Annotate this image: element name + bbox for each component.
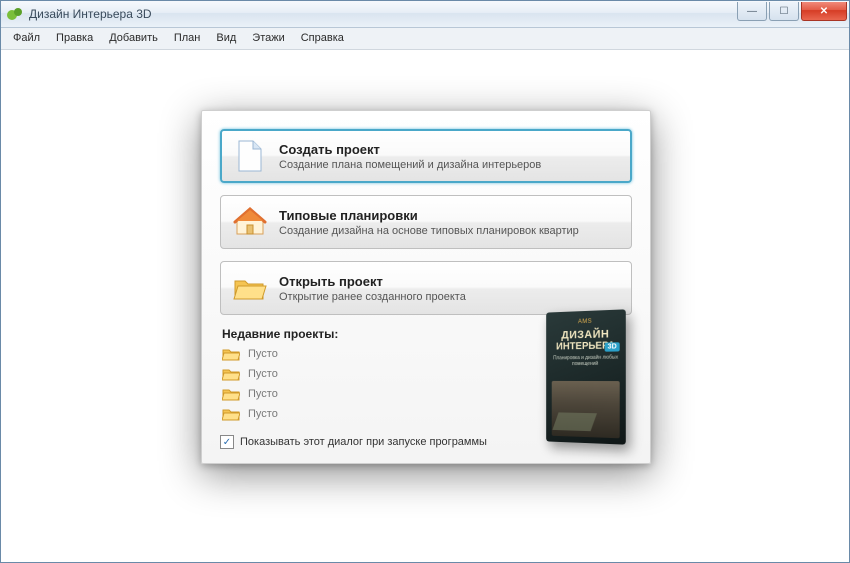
close-button[interactable]: ✕ — [801, 2, 847, 21]
recent-item-label: Пусто — [248, 388, 278, 400]
new-document-icon — [233, 139, 267, 173]
folder-icon — [222, 387, 240, 401]
house-icon — [233, 205, 267, 239]
folder-icon — [222, 407, 240, 421]
startup-dialog: Создать проект Создание плана помещений … — [201, 110, 651, 464]
window-controls: — ☐ ✕ — [737, 1, 849, 21]
product-box-art: AMS ДИЗАЙН ИНТЕРЬЕРА 3D Планировка и диз… — [530, 303, 634, 453]
create-project-title: Создать проект — [279, 142, 541, 157]
menu-add[interactable]: Добавить — [101, 28, 166, 49]
templates-button[interactable]: Типовые планировки Создание дизайна на о… — [220, 195, 632, 249]
folder-icon — [222, 347, 240, 361]
recent-item-label: Пусто — [248, 348, 278, 360]
app-icon — [7, 6, 23, 22]
menu-file[interactable]: Файл — [5, 28, 48, 49]
minimize-button[interactable]: — — [737, 2, 767, 21]
maximize-button[interactable]: ☐ — [769, 2, 799, 21]
templates-title: Типовые планировки — [279, 208, 579, 223]
menu-view[interactable]: Вид — [208, 28, 244, 49]
folder-icon — [222, 367, 240, 381]
recent-item-label: Пусто — [248, 408, 278, 420]
checkbox-icon: ✓ — [220, 435, 234, 449]
titlebar[interactable]: Дизайн Интерьера 3D — ☐ ✕ — [1, 1, 849, 28]
open-project-desc: Открытие ранее созданного проекта — [279, 291, 466, 303]
menubar: Файл Правка Добавить План Вид Этажи Спра… — [1, 28, 849, 50]
workspace: Создать проект Создание плана помещений … — [1, 50, 849, 562]
menu-floors[interactable]: Этажи — [244, 28, 292, 49]
menu-help[interactable]: Справка — [293, 28, 352, 49]
menu-edit[interactable]: Правка — [48, 28, 101, 49]
folder-open-icon — [233, 271, 267, 305]
app-title: Дизайн Интерьера 3D — [29, 7, 152, 21]
create-project-desc: Создание плана помещений и дизайна интер… — [279, 159, 541, 171]
show-on-startup-label: Показывать этот диалог при запуске прогр… — [240, 436, 487, 448]
create-project-button[interactable]: Создать проект Создание плана помещений … — [220, 129, 632, 183]
open-project-title: Открыть проект — [279, 274, 466, 289]
app-window: Дизайн Интерьера 3D — ☐ ✕ Файл Правка До… — [0, 0, 850, 563]
menu-plan[interactable]: План — [166, 28, 209, 49]
recent-item-label: Пусто — [248, 368, 278, 380]
templates-desc: Создание дизайна на основе типовых плани… — [279, 225, 579, 237]
